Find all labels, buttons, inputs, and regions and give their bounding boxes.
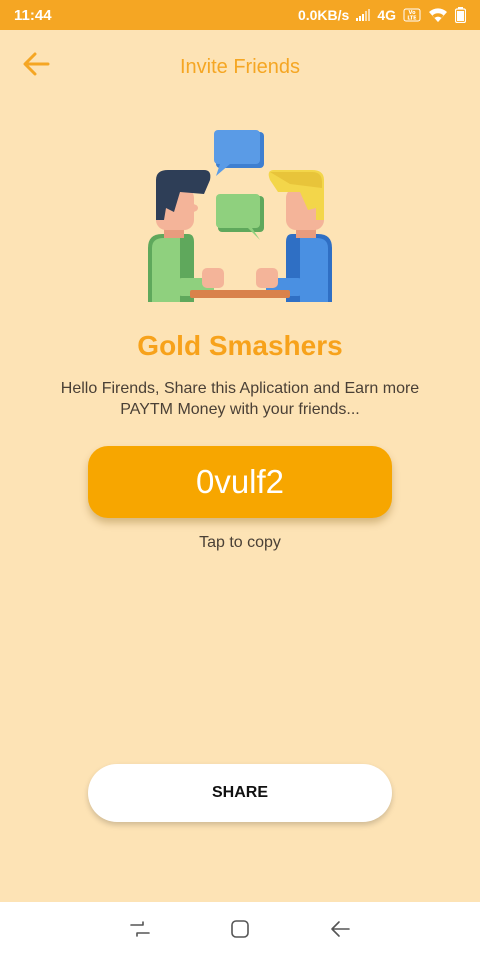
referral-code-button[interactable]: 0vulf2 <box>88 446 392 518</box>
referral-code: 0vulf2 <box>195 463 285 500</box>
svg-text:LTE: LTE <box>407 16 417 22</box>
status-icons: 0.0KB/s 4G Vo LTE <box>298 7 466 23</box>
home-button[interactable] <box>227 918 253 944</box>
arrow-left-icon <box>22 52 50 81</box>
friends-chatting-illustration <box>140 128 340 308</box>
recents-button[interactable] <box>127 918 153 944</box>
back-button[interactable] <box>18 50 54 82</box>
share-button[interactable]: SHARE <box>88 764 392 822</box>
network-speed: 0.0KB/s <box>297 7 350 23</box>
recents-icon <box>129 919 151 944</box>
volte-icon: Vo LTE <box>403 8 421 22</box>
page-title: Invite Friends <box>179 55 301 78</box>
battery-icon <box>455 7 466 23</box>
invite-message: Hello Firends, Share this Aplication and… <box>60 380 420 418</box>
app-name: Gold Smashers <box>137 330 343 361</box>
navigation-bar <box>0 902 480 960</box>
signal-icon <box>356 9 371 21</box>
tap-to-copy-hint: Tap to copy <box>199 534 281 551</box>
back-icon <box>329 919 351 944</box>
back-nav-button[interactable] <box>327 918 353 944</box>
share-button-label: SHARE <box>211 784 268 801</box>
wifi-icon <box>428 7 448 23</box>
network-type: 4G <box>377 7 396 23</box>
status-bar: 11:44 0.0KB/s 4G Vo LTE <box>0 0 480 30</box>
home-icon <box>230 919 250 944</box>
status-time: 11:44 <box>14 6 52 24</box>
app-bar: Invite Friends <box>0 30 480 102</box>
